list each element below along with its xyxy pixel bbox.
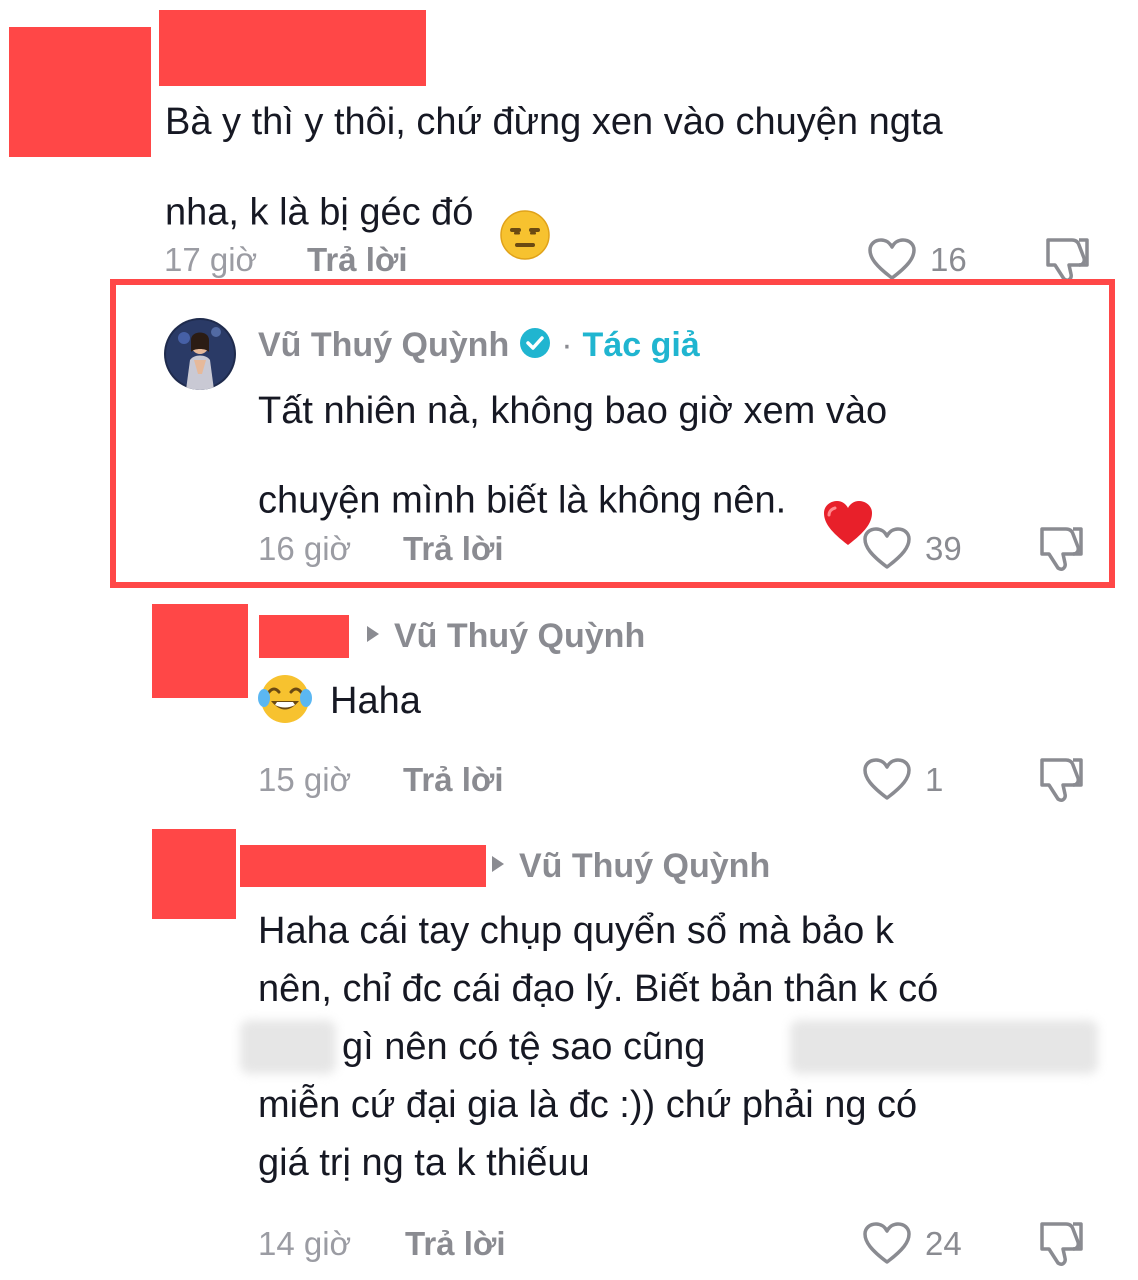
play-arrow-icon	[366, 625, 380, 648]
comment-line: Haha cái tay chụp quyển sổ mà bảo k	[258, 910, 894, 952]
reply-button[interactable]: Trả lời	[403, 530, 504, 568]
author-label: Tác giả	[582, 325, 700, 364]
verified-badge-icon	[519, 327, 551, 364]
comment-time: 15 giờ	[258, 761, 352, 798]
comment-time: 16 giờ	[258, 530, 352, 567]
expressionless-face-icon	[477, 151, 550, 278]
reply-to-header: Vũ Thuý Quỳnh	[366, 614, 645, 658]
dislike-icon[interactable]	[1034, 754, 1088, 809]
comment-time: 17 giờ	[164, 241, 258, 278]
username[interactable]: Vũ Thuý Quỳnh	[258, 326, 509, 365]
heart-icon[interactable]	[861, 756, 913, 807]
separator-dot: ·	[561, 325, 573, 364]
username-redacted[interactable]	[259, 615, 349, 658]
comment-text: Tất nhiên nà, không bao giờ xem vào chuy…	[258, 382, 1098, 565]
dislike-icon[interactable]	[1034, 1218, 1088, 1273]
username-redacted[interactable]	[159, 10, 426, 86]
reply-button[interactable]: Trả lời	[307, 241, 408, 279]
comment-time: 14 giờ	[258, 1225, 352, 1262]
heart-icon[interactable]	[861, 525, 913, 576]
comment-line: nên, chỉ đc cái đạo lý. Biết bản thân k …	[258, 968, 939, 1010]
dislike-icon[interactable]	[1034, 523, 1088, 578]
comment-line: gì nên có tệ sao cũng	[342, 1026, 706, 1068]
heart-icon[interactable]	[861, 1220, 913, 1271]
reply-button[interactable]: Trả lời	[405, 1225, 506, 1263]
comment-line: giá trị ng ta k thiếuu	[258, 1142, 590, 1184]
face-with-tears-of-joy-icon	[258, 672, 312, 731]
like-count: 24	[925, 1225, 962, 1262]
reply-to-header: Vũ Thuý Quỳnh	[491, 844, 770, 888]
reply-to-username[interactable]: Vũ Thuý Quỳnh	[519, 847, 770, 886]
play-arrow-icon	[491, 855, 505, 878]
comment-line: miễn cứ đại gia là đc :)) chứ phải ng có	[258, 1084, 918, 1126]
avatar-redacted[interactable]	[152, 604, 248, 698]
avatar[interactable]	[164, 318, 236, 390]
blurred-text	[790, 1020, 1098, 1074]
comment-header: Vũ Thuý Quỳnh · Tác giả	[258, 323, 700, 367]
blurred-text	[240, 1020, 336, 1074]
avatar-redacted[interactable]	[152, 829, 236, 919]
comment-text: Haha	[258, 672, 421, 730]
username-redacted[interactable]	[240, 845, 486, 887]
like-count: 1	[925, 761, 944, 798]
avatar-redacted[interactable]	[9, 27, 151, 157]
like-count: 39	[925, 530, 962, 567]
reply-button[interactable]: Trả lời	[403, 761, 504, 799]
like-count: 16	[930, 241, 967, 278]
reply-to-username[interactable]: Vũ Thuý Quỳnh	[394, 617, 645, 656]
